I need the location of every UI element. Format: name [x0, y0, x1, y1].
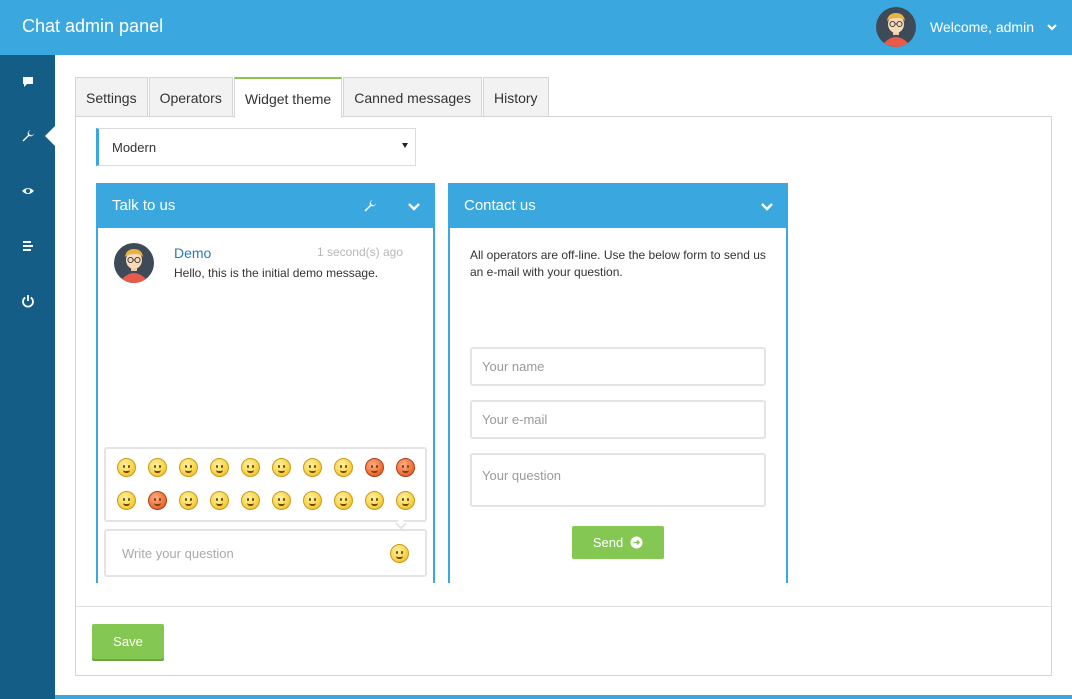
caret-down-icon: [402, 143, 408, 148]
emoji-icon[interactable]: [241, 458, 260, 477]
power-icon: [21, 295, 34, 308]
emoji-icon[interactable]: [179, 458, 198, 477]
offline-message: All operators are off-line. Use the belo…: [470, 248, 766, 279]
chat-widget-title: Talk to us: [112, 197, 176, 214]
emoji-picker-tail: [395, 518, 407, 530]
emoji-icon[interactable]: [365, 491, 384, 510]
top-bar: Chat admin panel Welcome, admin: [0, 0, 1072, 55]
question-placeholder: Write your question: [122, 545, 234, 561]
question-input[interactable]: Write your question: [104, 529, 427, 577]
emoji-icon[interactable]: [303, 491, 322, 510]
name-field[interactable]: Your name: [470, 347, 766, 386]
chat-widget-preview: Talk to us Demo 1 second(s) ago Hello, t…: [96, 183, 435, 583]
emoji-icon[interactable]: [334, 458, 353, 477]
eye-icon: [21, 188, 34, 194]
emoji-picker: [104, 447, 427, 530]
tab-bar: Settings Operators Widget theme Canned m…: [75, 77, 550, 118]
welcome-text: Welcome, admin: [929, 19, 1034, 35]
emoji-icon[interactable]: [210, 491, 229, 510]
arrow-right-circle-icon: [630, 536, 643, 549]
emoji-icon[interactable]: [303, 458, 322, 477]
send-button[interactable]: Send: [572, 526, 664, 559]
list-icon: [22, 241, 33, 251]
tab-settings[interactable]: Settings: [75, 77, 148, 117]
sidebar-item-logout[interactable]: [0, 281, 55, 321]
active-indicator: [45, 125, 56, 147]
tab-history[interactable]: History: [482, 77, 549, 117]
tab-operators[interactable]: Operators: [148, 77, 233, 117]
contact-widget-header: Contact us: [448, 183, 788, 228]
bottom-accent-line: [55, 695, 1072, 699]
send-label: Send: [592, 535, 624, 550]
emoji-icon[interactable]: [272, 458, 291, 477]
wrench-icon: [22, 130, 34, 142]
chat-widget-header: Talk to us: [96, 183, 435, 228]
tab-canned-messages[interactable]: Canned messages: [343, 77, 482, 117]
contact-widget-preview: Contact us All operators are off-line. U…: [448, 183, 788, 583]
widget-theme-panel: Modern Talk to us Demo 1 second(s) ago H…: [75, 116, 1052, 676]
message-text: Hello, this is the initial demo message.: [174, 266, 379, 280]
emoji-icon[interactable]: [272, 491, 291, 510]
emoji-icon[interactable]: [365, 458, 384, 477]
emoji-icon[interactable]: [396, 458, 415, 477]
tab-widget-theme[interactable]: Widget theme: [233, 77, 343, 118]
emoji-icon[interactable]: [117, 458, 136, 477]
emoji-icon[interactable]: [148, 458, 167, 477]
theme-select-value: Modern: [112, 139, 157, 155]
user-avatar-icon: [875, 7, 916, 47]
emoji-icon[interactable]: [179, 491, 198, 510]
emoji-icon[interactable]: [117, 491, 136, 510]
chevron-down-icon[interactable]: [407, 199, 421, 213]
chat-bubble-icon: [22, 77, 33, 87]
sidebar: [0, 55, 56, 699]
theme-select[interactable]: Modern: [96, 128, 416, 166]
sidebar-item-monitor[interactable]: [0, 171, 55, 211]
sidebar-item-history[interactable]: [0, 226, 55, 266]
app-title: Chat admin panel: [22, 16, 164, 36]
emoji-icon[interactable]: [241, 491, 260, 510]
emoji-icon[interactable]: [334, 491, 353, 510]
emoji-icon[interactable]: [396, 491, 415, 510]
footer-divider: [76, 606, 1051, 607]
wrench-icon[interactable]: [363, 199, 377, 213]
emoji-toggle-icon[interactable]: [390, 544, 409, 563]
question-field[interactable]: Your question: [470, 453, 766, 507]
emoji-icon[interactable]: [148, 491, 167, 510]
contact-widget-title: Contact us: [464, 197, 536, 214]
user-menu[interactable]: Welcome, admin: [875, 7, 1058, 47]
chevron-down-icon: [1047, 24, 1057, 31]
message-time: 1 second(s) ago: [316, 245, 403, 259]
chevron-down-icon[interactable]: [760, 199, 774, 213]
operator-avatar-icon: [114, 243, 154, 283]
email-field[interactable]: Your e-mail: [470, 400, 766, 439]
save-button[interactable]: Save: [92, 624, 164, 659]
emoji-icon[interactable]: [210, 458, 229, 477]
sidebar-item-chat[interactable]: [0, 62, 55, 102]
message-sender: Demo: [174, 245, 212, 261]
